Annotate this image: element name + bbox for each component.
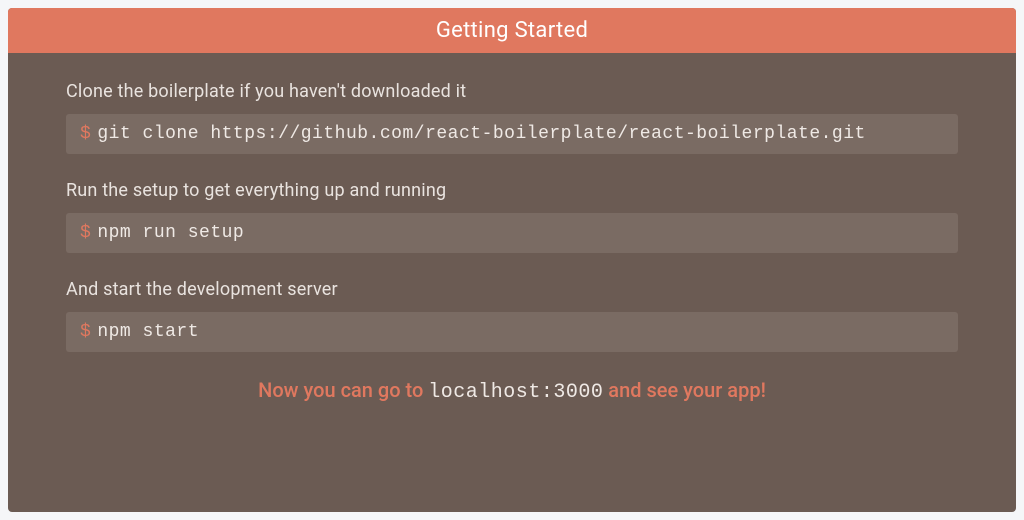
code-block[interactable]: $ npm run setup	[66, 213, 958, 253]
prompt-symbol: $	[80, 322, 91, 342]
panel-header: Getting Started	[8, 8, 1016, 53]
footer-suffix: and see your app!	[603, 378, 766, 402]
step-setup: Run the setup to get everything up and r…	[66, 180, 958, 253]
panel-body: Clone the boilerplate if you haven't dow…	[8, 53, 1016, 512]
code-block[interactable]: $ git clone https://github.com/react-boil…	[66, 114, 958, 154]
getting-started-panel: Getting Started Clone the boilerplate if…	[8, 8, 1016, 512]
prompt-symbol: $	[80, 223, 91, 243]
step-clone: Clone the boilerplate if you haven't dow…	[66, 81, 958, 154]
command-text: npm start	[97, 322, 199, 342]
step-label: Clone the boilerplate if you haven't dow…	[66, 81, 958, 102]
panel-title: Getting Started	[436, 18, 588, 43]
step-label: And start the development server	[66, 279, 958, 300]
step-start: And start the development server $ npm st…	[66, 279, 958, 352]
command-text: npm run setup	[97, 223, 244, 243]
command-text: git clone https://github.com/react-boile…	[97, 124, 866, 144]
footer-url: localhost:3000	[428, 381, 603, 404]
code-block[interactable]: $ npm start	[66, 312, 958, 352]
footer-message: Now you can go to localhost:3000 and see…	[66, 378, 958, 404]
footer-prefix: Now you can go to	[258, 378, 428, 402]
prompt-symbol: $	[80, 124, 91, 144]
step-label: Run the setup to get everything up and r…	[66, 180, 958, 201]
